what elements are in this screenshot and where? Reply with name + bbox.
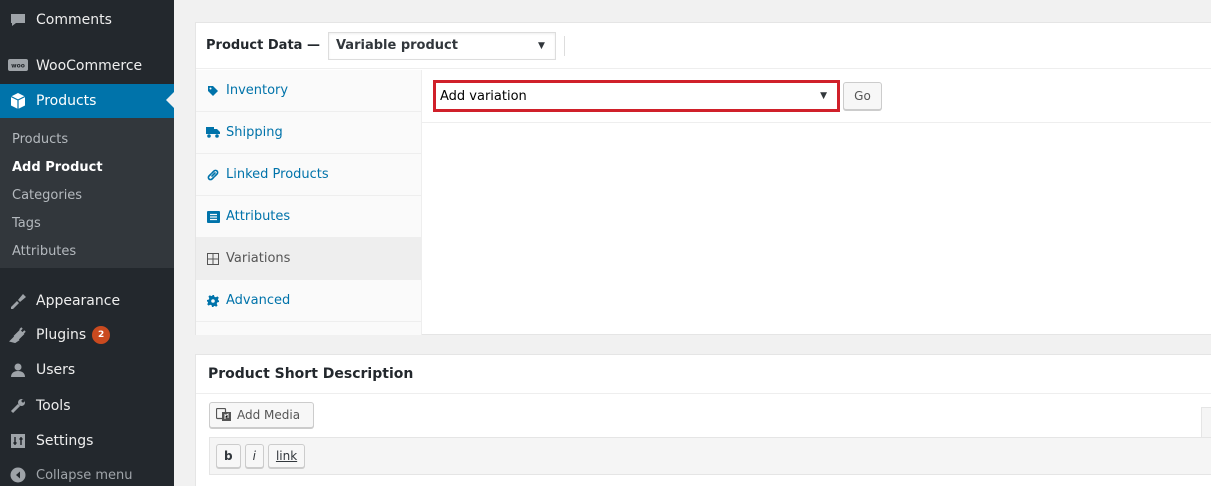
- product-type-value: Variable product: [335, 38, 458, 53]
- menu-label: Tools: [36, 398, 71, 414]
- bold-button[interactable]: b: [216, 444, 241, 468]
- products-submenu: Products Add Product Categories Tags Att…: [0, 118, 174, 268]
- link-icon: [206, 168, 220, 182]
- menu-users[interactable]: Users: [0, 353, 174, 387]
- tag-icon: [206, 84, 220, 98]
- product-data-title: Product Data —: [206, 38, 320, 53]
- menu-appearance[interactable]: Appearance: [0, 284, 174, 318]
- menu-label: Plugins: [36, 327, 87, 343]
- tab-shipping[interactable]: Shipping: [196, 112, 421, 154]
- highlight-box: Add variation ▼: [433, 80, 840, 112]
- woocommerce-icon: woo: [0, 59, 36, 73]
- menu-products[interactable]: Products: [0, 84, 174, 118]
- editor-tabs: [1201, 407, 1211, 439]
- tab-label: Advanced: [226, 293, 291, 308]
- menu-woocommerce[interactable]: woo WooCommerce: [0, 49, 174, 83]
- product-data-tabs: Inventory Shipping Linked Products Attri…: [196, 70, 422, 335]
- dropdown-arrow-icon: ▼: [820, 91, 827, 101]
- tab-attributes[interactable]: Attributes: [196, 196, 421, 238]
- menu-comments[interactable]: Comments: [0, 3, 174, 37]
- tools-icon: [0, 398, 36, 414]
- tab-label: Linked Products: [226, 167, 329, 182]
- submenu-categories[interactable]: Categories: [0, 182, 174, 210]
- tab-label: Variations: [226, 251, 291, 266]
- go-button[interactable]: Go: [843, 82, 882, 110]
- menu-tools[interactable]: Tools: [0, 389, 174, 423]
- plugins-icon: [0, 327, 36, 343]
- tab-linked-products[interactable]: Linked Products: [196, 154, 421, 196]
- submenu-products[interactable]: Products: [0, 126, 174, 154]
- list-icon: [206, 210, 220, 224]
- tab-advanced[interactable]: Advanced: [196, 280, 421, 322]
- collapse-arrow-icon: [0, 467, 36, 483]
- menu-label: Products: [36, 93, 97, 109]
- svg-text:woo: woo: [11, 63, 25, 70]
- header-divider: [563, 35, 565, 56]
- product-type-select[interactable]: Variable product ▼: [327, 31, 556, 60]
- menu-label: Appearance: [36, 293, 121, 309]
- grid-icon: [206, 252, 220, 266]
- link-button[interactable]: link: [267, 444, 306, 468]
- add-media-button[interactable]: Add Media: [209, 402, 314, 428]
- tab-variations[interactable]: Variations: [196, 238, 421, 280]
- short-description-title: Product Short Description: [196, 355, 1211, 394]
- gear-icon: [206, 294, 220, 308]
- collapse-menu-label: Collapse menu: [36, 467, 133, 483]
- variations-panel: Add variation ▼ Go: [422, 70, 1211, 335]
- short-description-metabox: Product Short Description Add Media b i …: [195, 354, 1211, 486]
- menu-label: WooCommerce: [36, 58, 143, 74]
- submenu-tags[interactable]: Tags: [0, 210, 174, 238]
- menu-label: Comments: [36, 12, 112, 28]
- settings-icon: [0, 433, 36, 449]
- dropdown-arrow-icon: ▼: [538, 40, 545, 51]
- variations-toolbar: Add variation ▼ Go: [422, 70, 1211, 123]
- update-count-badge: 2: [92, 326, 111, 344]
- quicktags-toolbar: b i link: [209, 437, 1211, 475]
- truck-icon: [206, 126, 220, 140]
- collapse-menu-button[interactable]: Collapse menu: [0, 458, 174, 486]
- italic-button[interactable]: i: [244, 444, 264, 468]
- admin-sidebar: Comments woo WooCommerce Products Produc…: [0, 0, 174, 486]
- product-data-header: Product Data — Variable product ▼: [196, 23, 1211, 69]
- product-data-metabox: Product Data — Variable product ▼ Invent…: [195, 22, 1211, 335]
- menu-label: Settings: [36, 433, 94, 449]
- users-icon: [0, 362, 36, 378]
- tab-inventory[interactable]: Inventory: [196, 70, 421, 112]
- tab-label: Inventory: [226, 83, 289, 98]
- menu-settings[interactable]: Settings: [0, 424, 174, 458]
- media-icon: [216, 408, 232, 422]
- menu-label: Users: [36, 362, 76, 378]
- media-buttons: Add Media: [209, 402, 314, 428]
- add-variation-value: Add variation: [440, 88, 527, 104]
- tab-label: Shipping: [226, 125, 283, 140]
- appearance-icon: [0, 293, 36, 309]
- comment-icon: [0, 12, 36, 28]
- products-icon: [0, 92, 36, 110]
- submenu-add-product[interactable]: Add Product: [0, 154, 174, 182]
- add-media-label: Add Media: [237, 408, 301, 422]
- menu-plugins[interactable]: Plugins 2: [0, 318, 174, 352]
- submenu-attributes[interactable]: Attributes: [0, 238, 174, 266]
- tab-label: Attributes: [226, 209, 291, 224]
- add-variation-select[interactable]: Add variation ▼: [436, 83, 837, 109]
